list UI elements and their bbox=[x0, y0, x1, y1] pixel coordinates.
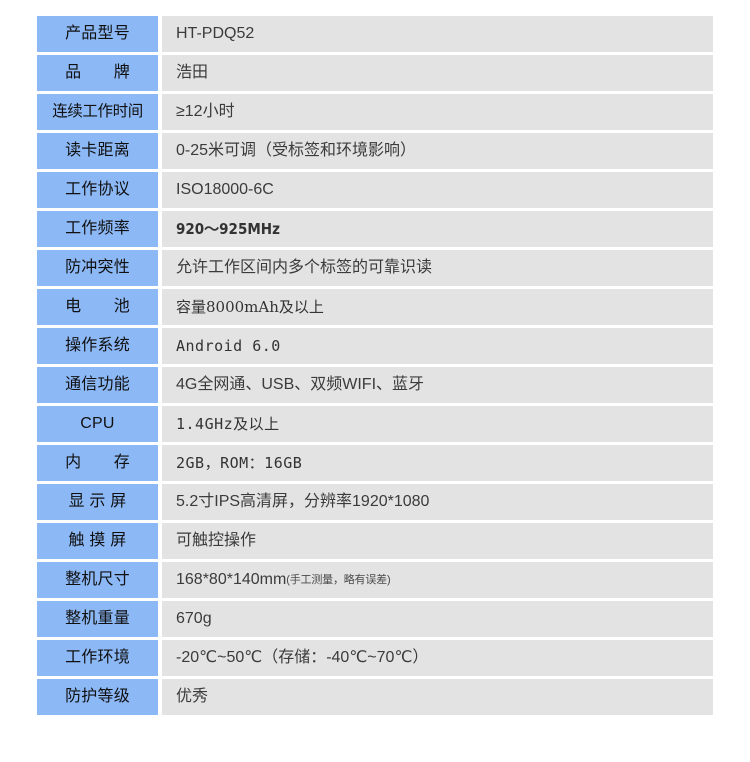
spec-label-cell: 连续工作时间 bbox=[37, 94, 158, 130]
table-row: 品 牌浩田 bbox=[37, 55, 713, 91]
table-row: 整机尺寸 168*80*140mm (手工测量，略有误差) bbox=[37, 562, 713, 598]
spec-value-cell: 1.4GHz及以上 bbox=[162, 406, 713, 442]
spec-label-cell: 电 池 bbox=[37, 289, 158, 325]
spec-value-cell: 容量8000mAh及以上 bbox=[162, 289, 713, 325]
spec-label-cell: 显 示 屏 bbox=[37, 484, 158, 520]
table-row: 防护等级 优秀 bbox=[37, 679, 713, 715]
spec-value-cell: 可触控操作 bbox=[162, 523, 713, 559]
table-row: 整机重量 670g bbox=[37, 601, 713, 637]
spec-value-cell: 0-25米可调（受标签和环境影响） bbox=[162, 133, 713, 169]
table-row: 通信功能 4G全网通、USB、双频WIFI、蓝牙 bbox=[37, 367, 713, 403]
product-spec-table: 产品型号 HT-PDQ52 品 牌浩田 连续工作时间 ≥12小时 读卡距离 0-25米可调（… bbox=[37, 16, 713, 718]
spec-value-cell: 4G全网通、USB、双频WIFI、蓝牙 bbox=[162, 367, 713, 403]
table-row: 连续工作时间 ≥12小时 bbox=[37, 94, 713, 130]
spec-value-cell: 168*80*140mm (手工测量，略有误差) bbox=[162, 562, 713, 598]
table-row: 工作协议 ISO18000-6C bbox=[37, 172, 713, 208]
table-row: 读卡距离 0-25米可调（受标签和环境影响） bbox=[37, 133, 713, 169]
spec-value-cell: Android 6.0 bbox=[162, 328, 713, 364]
table-row: 工作环境 -20℃~50℃（存储：-40℃~70℃） bbox=[37, 640, 713, 676]
spec-label-cell: 内 存 bbox=[37, 445, 158, 481]
table-row: CPU 1.4GHz及以上 bbox=[37, 406, 713, 442]
spec-label-cell: 工作环境 bbox=[37, 640, 158, 676]
spec-value-note: (手工测量，略有误差) bbox=[286, 573, 391, 586]
spec-label-cell: 读卡距离 bbox=[37, 133, 158, 169]
spec-value-cell: 浩田 bbox=[162, 55, 713, 91]
spec-label-cell: 通信功能 bbox=[37, 367, 158, 403]
spec-label-cell: 触 摸 屏 bbox=[37, 523, 158, 559]
table-row: 防冲突性 允许工作区间内多个标签的可靠识读 bbox=[37, 250, 713, 286]
spec-value-cell: 允许工作区间内多个标签的可靠识读 bbox=[162, 250, 713, 286]
spec-value-cell: 5.2寸IPS高清屏，分辨率1920*1080 bbox=[162, 484, 713, 520]
table-row: 电 池容量8000mAh及以上 bbox=[37, 289, 713, 325]
spec-value-cell: 优秀 bbox=[162, 679, 713, 715]
spec-value-cell: 670g bbox=[162, 601, 713, 637]
spec-value-cell: -20℃~50℃（存储：-40℃~70℃） bbox=[162, 640, 713, 676]
spec-label-cell: 工作频率 bbox=[37, 211, 158, 247]
table-row: 内 存 2GB，ROM：16GB bbox=[37, 445, 713, 481]
table-row: 产品型号 HT-PDQ52 bbox=[37, 16, 713, 52]
table-row: 显 示 屏 5.2寸IPS高清屏，分辨率1920*1080 bbox=[37, 484, 713, 520]
spec-label-cell: 操作系统 bbox=[37, 328, 158, 364]
spec-label-cell: 品 牌 bbox=[37, 55, 158, 91]
spec-value-cell: 2GB，ROM：16GB bbox=[162, 445, 713, 481]
spec-label-cell: 产品型号 bbox=[37, 16, 158, 52]
spec-label-cell: 整机尺寸 bbox=[37, 562, 158, 598]
spec-value-cell: ISO18000-6C bbox=[162, 172, 713, 208]
table-row: 操作系统 Android 6.0 bbox=[37, 328, 713, 364]
spec-label-cell: 防护等级 bbox=[37, 679, 158, 715]
spec-label-cell: 整机重量 bbox=[37, 601, 158, 637]
spec-value-cell: HT-PDQ52 bbox=[162, 16, 713, 52]
spec-value-text: 168*80*140mm bbox=[176, 571, 287, 588]
spec-label-cell: 防冲突性 bbox=[37, 250, 158, 286]
spec-label-cell: CPU bbox=[37, 406, 158, 442]
table-row: 工作频率 920〜925MHz bbox=[37, 211, 713, 247]
spec-value-cell: ≥12小时 bbox=[162, 94, 713, 130]
table-row: 触 摸 屏可触控操作 bbox=[37, 523, 713, 559]
spec-label-cell: 工作协议 bbox=[37, 172, 158, 208]
spec-value-cell: 920〜925MHz bbox=[162, 211, 713, 247]
